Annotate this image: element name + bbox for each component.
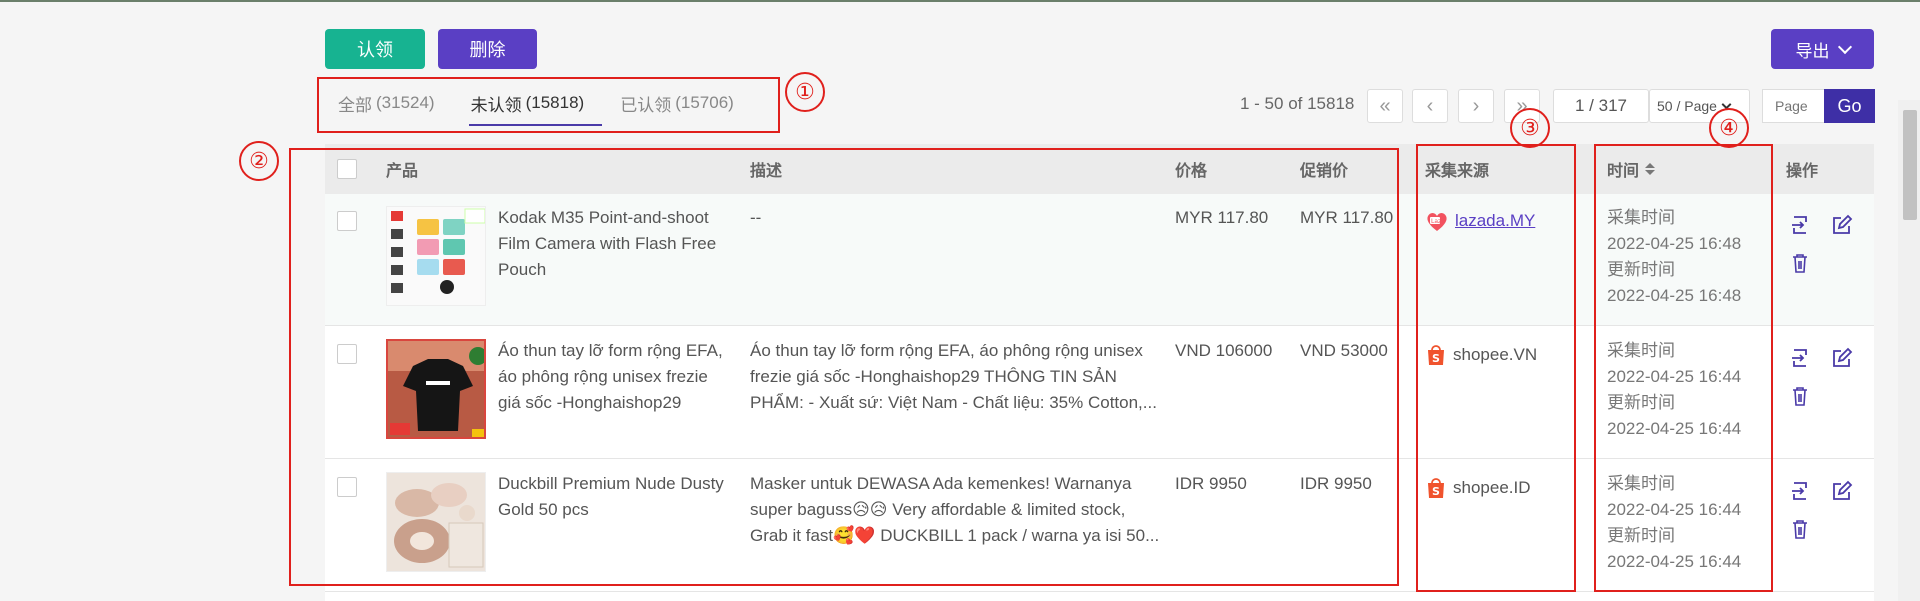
scrollbar-thumb[interactable] (1903, 110, 1917, 220)
next-page-button[interactable]: › (1458, 89, 1494, 123)
claim-transfer-icon[interactable] (1789, 347, 1811, 369)
page-jump-input[interactable] (1762, 89, 1824, 123)
go-button[interactable]: Go (1824, 89, 1875, 123)
annotation-box-source (1416, 144, 1576, 592)
export-label: 导出 (1795, 41, 1830, 61)
per-page-value: 50 / Page (1657, 98, 1717, 114)
trash-icon[interactable] (1789, 385, 1811, 407)
edit-icon[interactable] (1831, 214, 1853, 236)
annotation-marker-3: ③ (1510, 108, 1550, 148)
annotation-box-product-info (289, 148, 1399, 586)
trash-icon[interactable] (1789, 252, 1811, 274)
page-indicator: 1 / 317 (1553, 89, 1649, 123)
annotation-box-time (1594, 144, 1773, 592)
row-actions (1789, 480, 1869, 550)
chevron-down-icon (1837, 39, 1852, 54)
edit-icon[interactable] (1831, 480, 1853, 502)
annotation-marker-2: ② (239, 141, 279, 181)
trash-icon[interactable] (1789, 518, 1811, 540)
annotation-marker-4: ④ (1709, 108, 1749, 148)
top-border (0, 0, 1920, 2)
claim-transfer-icon[interactable] (1789, 214, 1811, 236)
row-actions (1789, 214, 1869, 284)
export-button[interactable]: 导出 (1771, 29, 1874, 69)
header-action: 操作 (1786, 163, 1819, 180)
claim-button[interactable]: 认领 (325, 29, 425, 69)
chevron-left-icon: ‹ (1426, 94, 1434, 117)
annotation-marker-1: ① (785, 72, 825, 112)
pagination-info: 1 - 50 of 15818 (1240, 94, 1355, 113)
edit-icon[interactable] (1831, 347, 1853, 369)
claim-transfer-icon[interactable] (1789, 480, 1811, 502)
row-actions (1789, 347, 1869, 417)
double-chevron-left-icon: « (1379, 94, 1391, 117)
prev-page-button[interactable]: ‹ (1412, 89, 1448, 123)
delete-button[interactable]: 删除 (438, 29, 537, 69)
first-page-button[interactable]: « (1367, 89, 1403, 123)
chevron-right-icon: › (1472, 94, 1480, 117)
annotation-box-tabs (317, 77, 780, 133)
